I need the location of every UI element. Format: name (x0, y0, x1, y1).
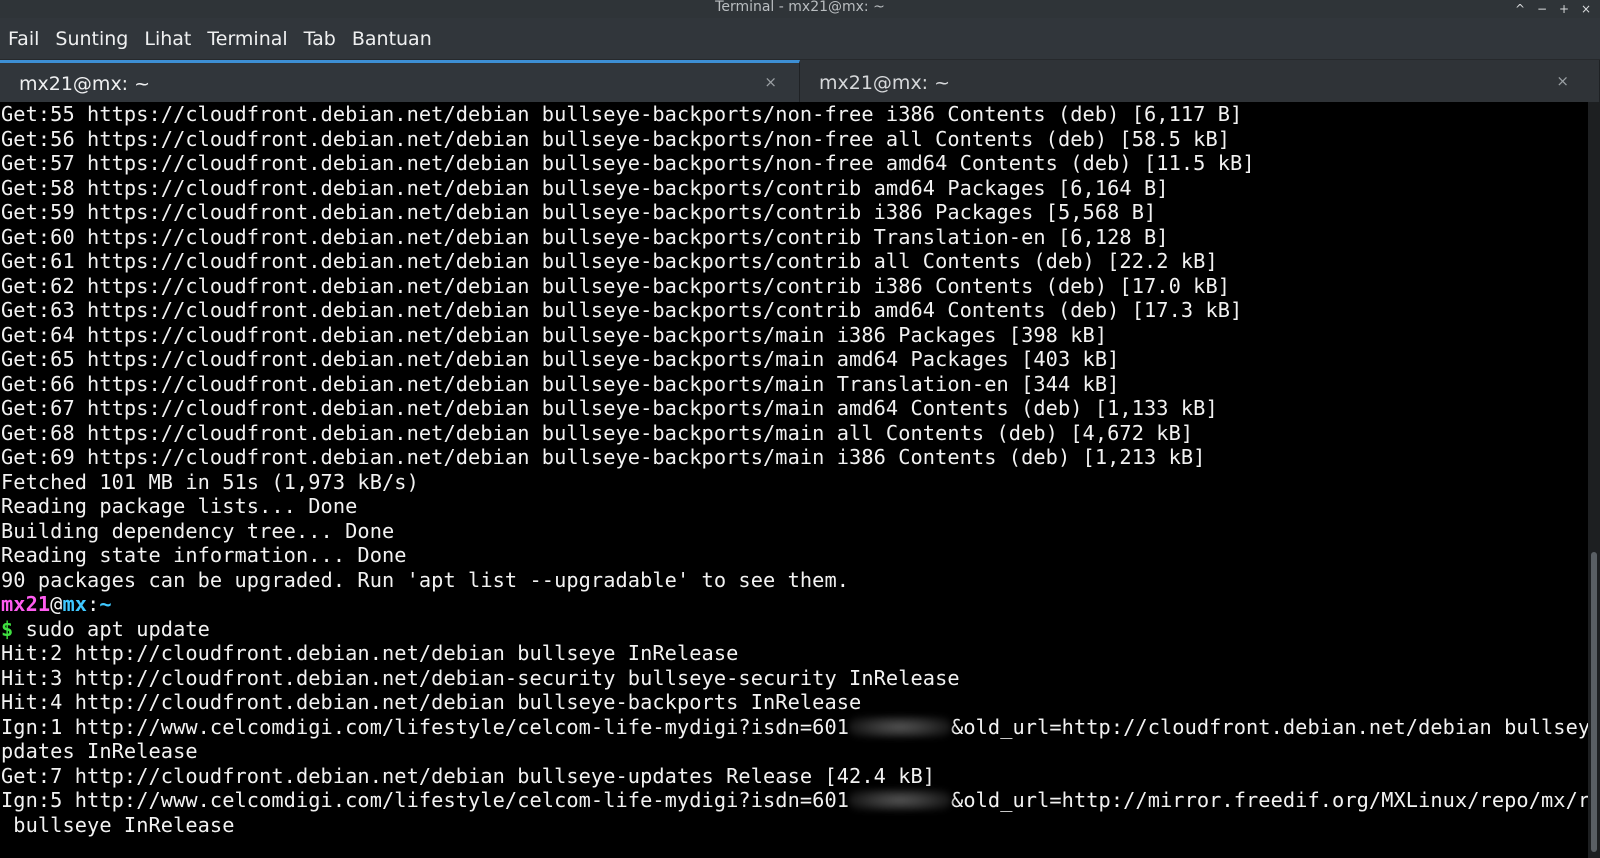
prompt-user: mx21 (1, 592, 51, 616)
output-line: bullseye InRelease (1, 812, 235, 837)
tab-2-label: mx21@mx: ~ (819, 72, 951, 94)
ign5-text-start: Ign:5 http://www.celcomdigi.com/lifestyl… (1, 788, 850, 812)
ign5-text-end: &old_url=http://mirror.freedif.org/MXLin… (951, 788, 1588, 812)
tab-1[interactable]: mx21@mx: ~ × (0, 60, 800, 102)
output-line: Get:64 https://cloudfront.debian.net/deb… (1, 322, 1108, 347)
title-bar[interactable]: Terminal - mx21@mx: ~ ^ − + × (0, 0, 1600, 18)
menu-bar: Fail Sunting Lihat Terminal Tab Bantuan (0, 18, 1600, 60)
output-line: Reading package lists... Done (1, 494, 358, 518)
tab-2[interactable]: mx21@mx: ~ × (800, 60, 1600, 102)
output-line: Get:58 https://cloudfront.debian.net/deb… (1, 175, 1169, 200)
window-controls: ^ − + × (1514, 0, 1592, 18)
output-line: Get:55 https://cloudfront.debian.net/deb… (1, 102, 1243, 126)
vertical-scrollbar[interactable] (1588, 102, 1600, 858)
scrollbar-thumb[interactable] (1591, 552, 1597, 852)
output-line: Get:59 https://cloudfront.debian.net/deb… (1, 200, 1157, 224)
menu-fail[interactable]: Fail (8, 24, 39, 54)
output-line: Get:65 https://cloudfront.debian.net/deb… (1, 347, 1120, 371)
redacted-blur (849, 789, 952, 811)
output-line: Hit:4 http://cloudfront.debian.net/debia… (1, 690, 862, 714)
tab-1-close-icon[interactable]: × (764, 73, 777, 91)
prompt-path: ~ (99, 592, 112, 616)
output-line: pdates InRelease (1, 739, 198, 763)
output-line: Get:57 https://cloudfront.debian.net/deb… (1, 151, 1255, 175)
output-line: Get:69 https://cloudfront.debian.net/deb… (1, 445, 1206, 469)
prompt-dollar: $ (1, 616, 14, 641)
prompt-colon: : (87, 592, 100, 616)
menu-bantuan[interactable]: Bantuan (352, 24, 432, 54)
output-line-ign5: Ign:5 http://www.celcomdigi.com/lifestyl… (1, 788, 1588, 813)
ign1-text-end: &old_url=http://cloudfront.debian.net/de… (951, 714, 1588, 739)
output-line: Get:56 https://cloudfront.debian.net/deb… (1, 126, 1231, 151)
output-line: Get:66 https://cloudfront.debian.net/deb… (1, 371, 1120, 396)
ign1-text-start: Ign:1 http://www.celcomdigi.com/lifestyl… (1, 714, 850, 739)
output-line: Get:68 https://cloudfront.debian.net/deb… (1, 420, 1194, 445)
tab-1-label: mx21@mx: ~ (19, 73, 151, 95)
menu-tab[interactable]: Tab (304, 24, 336, 54)
prompt-at: @ (50, 592, 63, 616)
menu-sunting[interactable]: Sunting (55, 24, 128, 54)
menu-lihat[interactable]: Lihat (144, 24, 191, 54)
output-line: Get:61 https://cloudfront.debian.net/deb… (1, 249, 1218, 273)
command-text: sudo apt update (13, 616, 210, 641)
shade-icon[interactable]: ^ (1514, 0, 1526, 18)
output-line: Building dependency tree... Done (1, 518, 395, 543)
output-line: Fetched 101 MB in 51s (1,973 kB/s) (1, 469, 419, 494)
output-line: Get:7 http://cloudfront.debian.net/debia… (1, 763, 936, 788)
output-line: Get:63 https://cloudfront.debian.net/deb… (1, 298, 1243, 322)
output-line: Get:60 https://cloudfront.debian.net/deb… (1, 224, 1169, 249)
tab-bar: mx21@mx: ~ × mx21@mx: ~ × (0, 60, 1600, 102)
redacted-blur (849, 715, 952, 738)
menu-terminal[interactable]: Terminal (207, 24, 287, 54)
minimize-icon[interactable]: − (1536, 0, 1548, 18)
prompt-host: mx (62, 592, 88, 616)
maximize-icon[interactable]: + (1558, 0, 1570, 18)
terminal-window: Terminal - mx21@mx: ~ ^ − + × Fail Sunti… (0, 0, 1600, 858)
output-line: Hit:3 http://cloudfront.debian.net/debia… (1, 665, 960, 690)
window-title: Terminal - mx21@mx: ~ (715, 0, 885, 15)
terminal-output[interactable]: Get:55 https://cloudfront.debian.net/deb… (0, 102, 1588, 858)
output-line: Get:62 https://cloudfront.debian.net/deb… (1, 273, 1231, 298)
output-line: 90 packages can be upgraded. Run 'apt li… (1, 567, 850, 592)
prompt-line: mx21@mx:~ (1, 592, 112, 617)
tab-2-close-icon[interactable]: × (1556, 72, 1569, 90)
output-line: Get:67 https://cloudfront.debian.net/deb… (1, 396, 1218, 420)
command-line: $ sudo apt update (1, 617, 210, 642)
output-line-ign1: Ign:1 http://www.celcomdigi.com/lifestyl… (1, 715, 1588, 740)
output-line: Hit:2 http://cloudfront.debian.net/debia… (1, 641, 739, 665)
output-line: Reading state information... Done (1, 543, 407, 567)
close-window-icon[interactable]: × (1580, 0, 1592, 18)
